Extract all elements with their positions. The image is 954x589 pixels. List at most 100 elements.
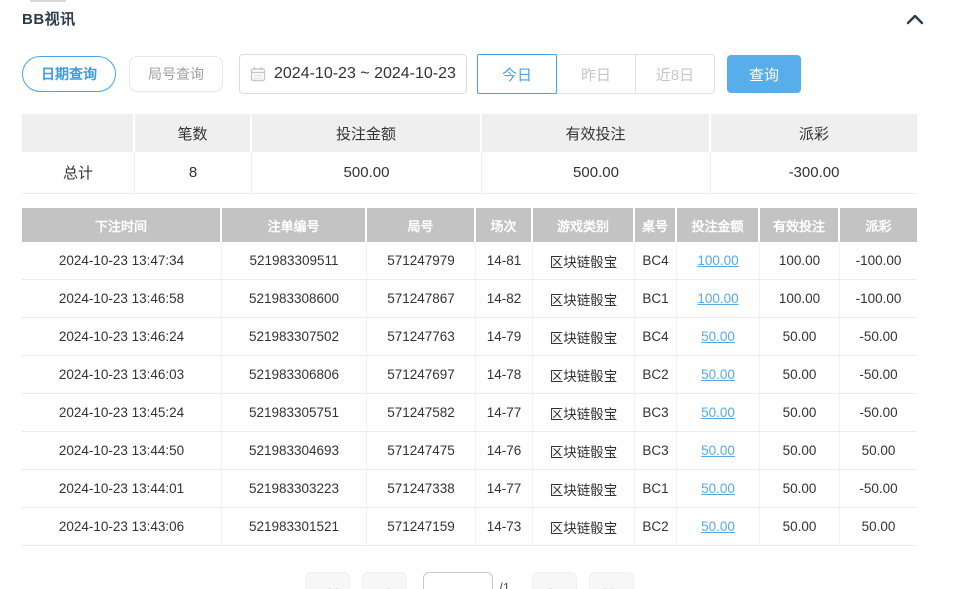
cell-round_no: 571247697	[367, 356, 476, 394]
cell-session: 14-78	[476, 356, 533, 394]
col-header-session: 场次	[476, 208, 533, 242]
cell-time: 2024-10-23 13:46:58	[22, 280, 222, 318]
cell-payout: -50.00	[840, 356, 917, 394]
cell-game: 区块链骰宝	[533, 242, 635, 280]
summary-header-valid-bet: 有效投注	[482, 114, 711, 152]
cell-order_no: 521983301521	[222, 508, 367, 546]
cell-time: 2024-10-23 13:46:24	[22, 318, 222, 356]
cell-session: 14-82	[476, 280, 533, 318]
chevron-up-icon	[906, 14, 924, 25]
quick-range-last8days[interactable]: 近8日	[635, 54, 715, 94]
table-row: 2024-10-23 13:43:06521983301521571247159…	[22, 508, 917, 546]
cell-payout: -50.00	[840, 470, 917, 508]
double-right-arrow-icon: ▶▶	[604, 584, 618, 589]
cell-game: 区块链骰宝	[533, 356, 635, 394]
cell-order_no: 521983306806	[222, 356, 367, 394]
cell-time: 2024-10-23 13:43:06	[22, 508, 222, 546]
cell-valid: 50.00	[760, 356, 840, 394]
page-total-label: /1	[499, 580, 510, 589]
cell-round_no: 571247475	[367, 432, 476, 470]
cell-order_no: 521983307502	[222, 318, 367, 356]
pagination-bar: ◀◀ ◀ 1 /1 ▶ ▶▶	[22, 572, 917, 589]
cell-table_no: BC2	[635, 508, 677, 546]
cell-bet: 50.00	[677, 508, 760, 546]
bet-amount-link[interactable]: 50.00	[701, 481, 735, 496]
cell-valid: 50.00	[760, 432, 840, 470]
summary-header-count: 笔数	[135, 114, 252, 152]
table-row: 2024-10-23 13:46:58521983308600571247867…	[22, 280, 917, 318]
bet-amount-link[interactable]: 50.00	[701, 367, 735, 382]
prev-page-button[interactable]: ◀	[362, 572, 407, 589]
col-header-round-no: 局号	[367, 208, 476, 242]
summary-total-count: 8	[135, 152, 252, 194]
bet-amount-link[interactable]: 50.00	[701, 519, 735, 534]
summary-table: 笔数 投注金额 有效投注 派彩 总计 8 500.00 500.00 -300.…	[22, 114, 917, 194]
bet-amount-link[interactable]: 50.00	[701, 443, 735, 458]
tab-round-query[interactable]: 局号查询	[129, 56, 223, 92]
cell-payout: 50.00	[840, 508, 917, 546]
cell-table_no: BC1	[635, 470, 677, 508]
bet-amount-link[interactable]: 100.00	[697, 291, 738, 306]
col-header-bet-amount: 投注金额	[677, 208, 760, 242]
cell-bet: 100.00	[677, 242, 760, 280]
cell-time: 2024-10-23 13:44:50	[22, 432, 222, 470]
tab-date-query[interactable]: 日期查询	[22, 56, 116, 92]
cell-round_no: 571247979	[367, 242, 476, 280]
next-page-button[interactable]: ▶	[532, 572, 577, 589]
cell-round_no: 571247159	[367, 508, 476, 546]
cell-round_no: 571247867	[367, 280, 476, 318]
bet-records-table: 下注时间 注单编号 局号 场次 游戏类别 桌号 投注金额 有效投注 派彩 202…	[22, 208, 917, 546]
cell-bet: 50.00	[677, 432, 760, 470]
last-page-button[interactable]: ▶▶	[589, 572, 634, 589]
cell-round_no: 571247338	[367, 470, 476, 508]
cell-order_no: 521983308600	[222, 280, 367, 318]
cell-valid: 50.00	[760, 470, 840, 508]
cell-table_no: BC3	[635, 432, 677, 470]
cell-bet: 50.00	[677, 470, 760, 508]
col-header-time: 下注时间	[22, 208, 222, 242]
cell-bet: 50.00	[677, 318, 760, 356]
search-button[interactable]: 查询	[727, 55, 801, 93]
cell-payout: -50.00	[840, 394, 917, 432]
table-row: 2024-10-23 13:45:24521983305751571247582…	[22, 394, 917, 432]
collapse-panel-button[interactable]	[901, 8, 929, 30]
cell-session: 14-81	[476, 242, 533, 280]
date-range-input[interactable]: 2024-10-23 ~ 2024-10-23	[239, 54, 467, 94]
cell-payout: 50.00	[840, 432, 917, 470]
col-header-valid-bet: 有效投注	[760, 208, 840, 242]
cell-time: 2024-10-23 13:44:01	[22, 470, 222, 508]
summary-header-bet-amount: 投注金额	[252, 114, 482, 152]
cell-time: 2024-10-23 13:46:03	[22, 356, 222, 394]
cell-game: 区块链骰宝	[533, 318, 635, 356]
bet-amount-link[interactable]: 50.00	[701, 329, 735, 344]
bet-amount-link[interactable]: 50.00	[701, 405, 735, 420]
bet-amount-link[interactable]: 100.00	[697, 253, 738, 268]
cell-valid: 50.00	[760, 394, 840, 432]
panel-header: BB视讯	[22, 8, 917, 32]
cell-table_no: BC1	[635, 280, 677, 318]
cell-table_no: BC3	[635, 394, 677, 432]
cell-table_no: BC4	[635, 318, 677, 356]
col-header-game-type: 游戏类别	[533, 208, 635, 242]
cell-game: 区块链骰宝	[533, 508, 635, 546]
page-select[interactable]: 1	[423, 572, 493, 589]
bet-table-header-row: 下注时间 注单编号 局号 场次 游戏类别 桌号 投注金额 有效投注 派彩	[22, 208, 917, 242]
calendar-icon	[250, 66, 266, 82]
cell-bet: 50.00	[677, 356, 760, 394]
col-header-table-no: 桌号	[635, 208, 677, 242]
first-page-button[interactable]: ◀◀	[305, 572, 350, 589]
cell-table_no: BC4	[635, 242, 677, 280]
cell-order_no: 521983303223	[222, 470, 367, 508]
date-range-value: 2024-10-23 ~ 2024-10-23	[274, 65, 456, 83]
cell-order_no: 521983305751	[222, 394, 367, 432]
quick-range-group: 今日 昨日 近8日	[477, 54, 715, 94]
table-row: 2024-10-23 13:46:24521983307502571247763…	[22, 318, 917, 356]
cell-bet: 100.00	[677, 280, 760, 318]
cell-game: 区块链骰宝	[533, 394, 635, 432]
left-arrow-icon: ◀	[380, 584, 390, 589]
filter-toolbar: 日期查询 局号查询 2024-10-23 ~ 2024-10-23 今日 昨日 …	[22, 54, 932, 94]
quick-range-today[interactable]: 今日	[477, 54, 557, 94]
summary-header-row: 笔数 投注金额 有效投注 派彩	[22, 114, 917, 152]
quick-range-yesterday[interactable]: 昨日	[556, 54, 636, 94]
summary-header-blank	[22, 114, 135, 152]
